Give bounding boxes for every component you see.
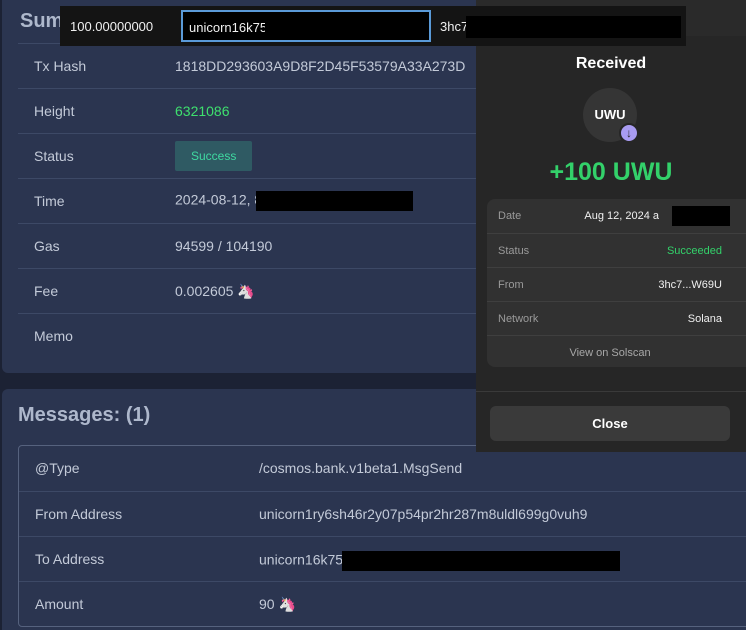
fee-value: 0.002605 xyxy=(175,282,234,299)
status-cell: Success xyxy=(175,141,253,171)
from-address-link[interactable]: unicorn1ry6sh46r2y07p54pr2hr287m8uldl699… xyxy=(259,506,587,522)
summary-title: Sum xyxy=(20,10,64,32)
close-button[interactable]: Close xyxy=(490,406,730,441)
transfer-input-bar: 100.00000000 unicorn16k75 3hc7l xyxy=(60,6,686,46)
fee-cell: 0.002605 🦄 xyxy=(175,283,255,300)
summary-key: Gas xyxy=(34,238,60,254)
summary-key: Tx Hash xyxy=(34,58,87,74)
recipient-input-text: unicorn16k75 xyxy=(189,20,268,35)
time-cell: 2024-08-12, 8 xyxy=(175,191,414,211)
detail-date-value: Aug 12, 2024 a xyxy=(584,210,659,222)
receive-arrow-icon: ↓ xyxy=(619,123,639,143)
detail-row-status: Status Succeeded xyxy=(487,233,746,267)
transaction-details: Date Aug 12, 2024 a Status Succeeded Fro… xyxy=(487,199,746,367)
detail-key: Date xyxy=(498,210,522,222)
to-address-link[interactable]: unicorn16k75 xyxy=(259,552,343,568)
message-key: From Address xyxy=(35,506,123,522)
message-type-value: /cosmos.bank.v1beta1.MsgSend xyxy=(259,460,463,476)
wallet-popup: Received UWU ↓ +100 UWU Date Aug 12, 202… xyxy=(476,36,746,452)
redaction-block xyxy=(256,191,414,211)
amount-value: 90 xyxy=(259,596,275,612)
summary-key: Fee xyxy=(34,283,59,299)
message-row-amount: Amount 90 🦄 xyxy=(19,581,746,626)
tx-hash-value[interactable]: 1818DD293603A9D8F2D45F53579A33A273D xyxy=(175,58,465,74)
time-value: 2024-08-12, 8 xyxy=(175,191,263,208)
detail-row-date: Date Aug 12, 2024 a xyxy=(487,199,746,233)
height-link[interactable]: 6321086 xyxy=(175,103,230,119)
to-address-cell: unicorn16k75 xyxy=(259,551,621,571)
detail-from-value[interactable]: 3hc7...W69U xyxy=(658,279,722,291)
received-amount: +100 UWU xyxy=(549,158,673,186)
redaction-block xyxy=(342,551,621,571)
view-on-solscan-link[interactable]: View on Solscan xyxy=(487,347,733,359)
unicorn-icon: 🦄 xyxy=(278,596,296,612)
summary-key: Memo xyxy=(34,328,73,344)
amount-cell: 90 🦄 xyxy=(259,596,296,613)
token-symbol: UWU xyxy=(594,107,626,122)
status-badge: Success xyxy=(175,141,253,171)
message-key: To Address xyxy=(35,551,105,567)
amount-field[interactable]: 100.00000000 xyxy=(70,19,153,34)
detail-key: From xyxy=(498,279,524,291)
detail-row-network: Network Solana xyxy=(487,301,746,335)
messages-table: @Type /cosmos.bank.v1beta1.MsgSend From … xyxy=(18,445,746,627)
message-key: Amount xyxy=(35,596,84,612)
message-row-from: From Address unicorn1ry6sh46r2y07p54pr2h… xyxy=(19,491,746,536)
detail-status-value: Succeeded xyxy=(666,245,722,257)
detail-row-link[interactable]: View on Solscan xyxy=(487,335,746,367)
divider xyxy=(476,391,746,392)
redaction-block xyxy=(466,16,681,38)
message-key: @Type xyxy=(35,460,80,476)
recipient-input[interactable]: unicorn16k75 xyxy=(181,10,431,42)
message-row-to: To Address unicorn16k75 xyxy=(19,536,746,581)
wallet-title: Received xyxy=(575,55,647,72)
detail-key: Status xyxy=(498,245,530,257)
unicorn-icon: 🦄 xyxy=(237,282,255,299)
redaction-block xyxy=(672,206,730,226)
messages-title: Messages: (1) xyxy=(18,404,151,426)
summary-key: Status xyxy=(34,148,74,164)
gas-value: 94599 / 104190 xyxy=(175,238,273,254)
message-row-type: @Type /cosmos.bank.v1beta1.MsgSend xyxy=(19,446,746,491)
detail-network-value: Solana xyxy=(687,313,722,325)
detail-key: Network xyxy=(498,313,539,325)
detail-row-from: From 3hc7...W69U xyxy=(487,267,746,301)
redaction-block xyxy=(265,16,427,38)
summary-key: Time xyxy=(34,193,65,209)
summary-key: Height xyxy=(34,103,75,119)
